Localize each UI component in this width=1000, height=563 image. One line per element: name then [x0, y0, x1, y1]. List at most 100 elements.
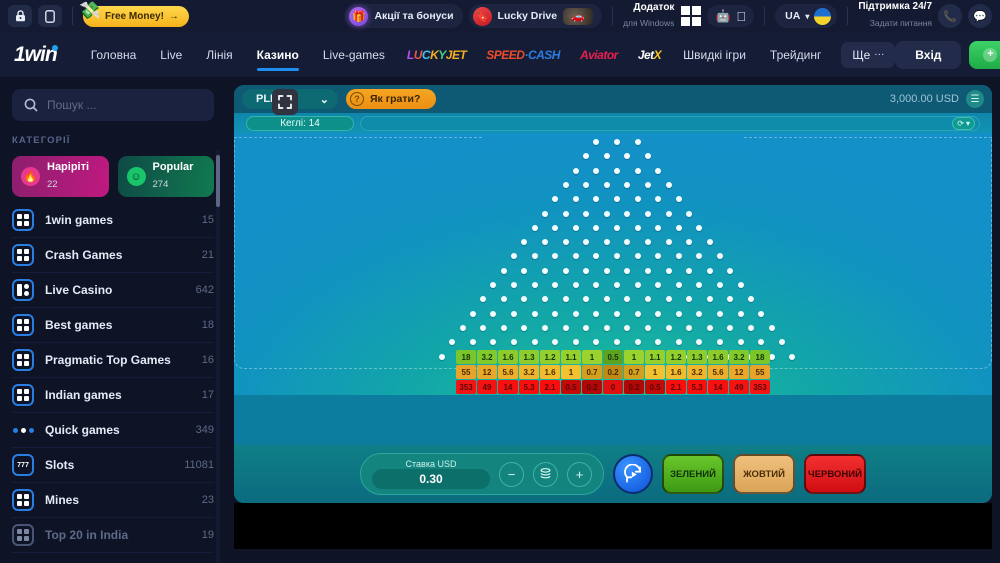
- play-button[interactable]: [613, 454, 653, 494]
- sidebar-item-quick-games[interactable]: Quick games 349: [12, 413, 214, 448]
- sidebar-item-crash-games[interactable]: Crash Games 21: [12, 238, 214, 273]
- nav-brand-jetx[interactable]: JetX: [628, 48, 671, 62]
- nav-brand-aviator[interactable]: Aviator: [570, 48, 628, 62]
- history-track: ⟳ ▾: [360, 115, 980, 131]
- chip-popular[interactable]: ☺ Popular 274: [117, 156, 214, 197]
- hamburger-icon[interactable]: ☰: [966, 90, 984, 108]
- nav-item-trading[interactable]: Трейдинг: [758, 32, 833, 77]
- peg: [572, 196, 579, 203]
- nav-brand-luckyjet[interactable]: LUCKYJET: [397, 48, 476, 62]
- sidebar-item-pragmatic-top-games[interactable]: Pragmatic Top Games 16: [12, 343, 214, 378]
- peg: [500, 324, 507, 331]
- search-input[interactable]: Пошук ...: [12, 89, 214, 121]
- peg: [593, 167, 600, 174]
- nav-item-live[interactable]: Live: [148, 32, 194, 77]
- nav-item-line[interactable]: Лінія: [194, 32, 244, 77]
- free-money-button[interactable]: 💸 Free Money! →: [79, 1, 189, 27]
- sidebar-item-count: 17: [201, 389, 214, 401]
- peg: [727, 324, 734, 331]
- lucky-drive-button[interactable]: 🔖 Lucky Drive 🚗: [468, 4, 603, 28]
- multiplier-cell: 1.3: [687, 350, 707, 364]
- sidebar-item-count: 23: [201, 494, 214, 506]
- bet-value[interactable]: 0.30: [372, 469, 490, 490]
- peg: [686, 239, 693, 246]
- chat-icon[interactable]: 💬: [968, 4, 992, 28]
- sidebar-item-top-20-in-india[interactable]: Top 20 in India 19: [12, 518, 214, 553]
- sidebar-item-slots[interactable]: 777 Slots 11081: [12, 448, 214, 483]
- peg: [644, 239, 651, 246]
- sidebar-item-count: 16: [201, 354, 214, 366]
- grid-icon: [12, 244, 34, 266]
- android-icon[interactable]: 🤖: [715, 9, 730, 23]
- sidebar-list: 1win games 15 Crash Games 21 Live Casino 642 B…: [12, 203, 214, 553]
- sidebar-item-count: 21: [201, 249, 214, 261]
- peg: [583, 239, 590, 246]
- sidebar-item-label: 1win games: [45, 213, 114, 227]
- peg: [727, 267, 734, 274]
- promo-bonuses-button[interactable]: 🎁 Акції та бонуси: [345, 4, 463, 28]
- brand-logo[interactable]: 1win: [14, 43, 58, 67]
- scrollbar-thumb[interactable]: [216, 155, 220, 207]
- game-panel: PLINKO ⌄ ? Як грати? 3,000.00: [224, 77, 1000, 563]
- os-links[interactable]: 🤖 : [707, 5, 755, 27]
- nav-item-home[interactable]: Головна: [79, 32, 149, 77]
- bet-increase-button[interactable]: +: [567, 461, 592, 487]
- how-to-play-button[interactable]: ? Як грати?: [346, 89, 437, 109]
- sidebar-item-1win-games[interactable]: 1win games 15: [12, 203, 214, 238]
- nav-item-quick-games[interactable]: Швидкі ігри: [671, 32, 758, 77]
- support-block[interactable]: Підтримка 24/7 Задати питання: [858, 1, 932, 31]
- windows-icon[interactable]: [681, 6, 702, 26]
- nav-brand-speedcash[interactable]: SPEED·CASH: [476, 48, 570, 62]
- peg: [469, 310, 476, 317]
- download-app-block[interactable]: Додаток для Windows: [623, 2, 702, 31]
- sidebar-item-mines[interactable]: Mines 23: [12, 483, 214, 518]
- peg: [562, 210, 569, 217]
- sidebar-item-best-games[interactable]: Best games 18: [12, 308, 214, 343]
- peg: [614, 310, 620, 317]
- risk-green-button[interactable]: ЗЕЛЕНИЙ: [662, 454, 724, 494]
- sidebar-scrollbar[interactable]: [216, 149, 220, 563]
- plinko-board[interactable]: 18 3.2 1.6 1.3 1.2 1.1 1 0.5 1 1.1 1.2 1.3 1.6 3.2 18 5…: [234, 133, 992, 395]
- multiplier-cell: 1: [561, 365, 581, 379]
- peg: [541, 296, 548, 303]
- nav-more-button[interactable]: Ще ···: [841, 41, 896, 68]
- login-button[interactable]: Вхід: [895, 40, 962, 69]
- chip-count: 22: [47, 178, 58, 190]
- peg: [552, 224, 559, 231]
- free-money-label: Free Money!: [105, 10, 164, 22]
- bet-field[interactable]: Ставка USD 0.30: [372, 459, 490, 490]
- phone-icon[interactable]: 📞: [938, 4, 962, 28]
- sidebar-item-label: Mines: [45, 493, 80, 507]
- history-button[interactable]: ⟳ ▾: [952, 116, 975, 130]
- peg: [706, 296, 713, 303]
- nav-item-casino[interactable]: Казино: [245, 32, 311, 77]
- peg: [675, 339, 682, 346]
- register-button[interactable]: + Реєстрація: [969, 40, 1000, 69]
- sidebar-item-indian-games[interactable]: Indian games 17: [12, 378, 214, 413]
- peg: [511, 253, 517, 260]
- language-selector[interactable]: UA ▾: [775, 4, 838, 28]
- sidebar-item-live-casino[interactable]: Live Casino 642: [12, 273, 214, 308]
- multiplier-cell: 353: [750, 380, 770, 394]
- grid-icon: [12, 384, 34, 406]
- bet-decrease-button[interactable]: −: [499, 461, 524, 487]
- promo-label: Акції та бонуси: [374, 10, 454, 22]
- peg: [614, 253, 620, 260]
- login-label: Вхід: [915, 47, 942, 62]
- multiplier-cell: 1.1: [561, 350, 581, 364]
- chips-icon[interactable]: [533, 461, 558, 487]
- mobile-icon[interactable]: [38, 5, 62, 27]
- fullscreen-icon[interactable]: [272, 89, 298, 115]
- peg: [490, 339, 497, 346]
- pins-indicator[interactable]: Кеглі: 14: [246, 115, 354, 131]
- chip-hot[interactable]: 🔥 Нарірiті 22: [12, 156, 109, 197]
- multiplier-cell: 0: [603, 380, 623, 394]
- peg: [603, 210, 610, 217]
- apple-icon[interactable]: : [736, 9, 746, 24]
- lock-icon[interactable]: [8, 5, 32, 27]
- multiplier-cell: 1.1: [645, 350, 665, 364]
- risk-red-button[interactable]: ЧЕРВОНИЙ: [804, 454, 866, 494]
- risk-yellow-button[interactable]: ЖОВТИЙ: [733, 454, 795, 494]
- nav-item-live-games[interactable]: Live-games: [311, 32, 397, 77]
- multiplier-cell: 49: [477, 380, 497, 394]
